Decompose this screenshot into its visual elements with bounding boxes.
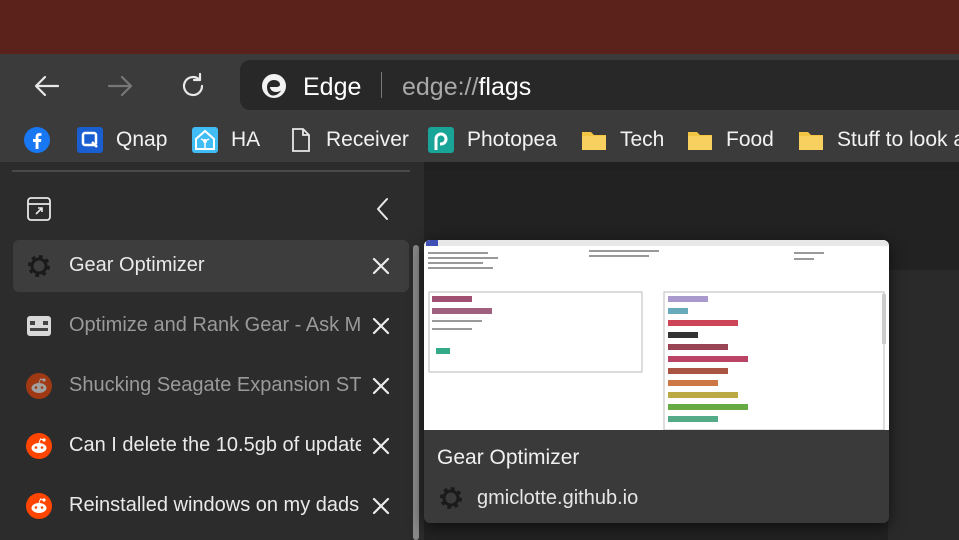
address-bar[interactable]: Edge edge://flags (240, 60, 959, 110)
back-button[interactable] (29, 68, 65, 104)
page-thumbnail (424, 240, 889, 430)
folder-icon (797, 126, 825, 154)
site-icon (25, 312, 53, 340)
url-host: flags (478, 73, 532, 101)
browser-toolbar: Edge edge://flags (0, 54, 959, 118)
tab-title: Gear Optimizer (69, 254, 205, 276)
bookmark-folder-food[interactable]: Food (686, 126, 774, 154)
tab-actions-icon[interactable] (26, 196, 52, 222)
hover-card-url: gmiclotte.github.io (477, 486, 639, 509)
refresh-button[interactable] (175, 68, 211, 104)
folder-icon (686, 126, 714, 154)
qnap-icon (76, 126, 104, 154)
hover-card-title: Gear Optimizer (437, 446, 580, 469)
home-assistant-icon (191, 126, 219, 154)
url-text[interactable]: edge://flags (402, 73, 531, 102)
bookmark-qnap[interactable]: Qnap (76, 126, 167, 154)
vertical-tab[interactable]: Can I delete the 10.5gb of update (13, 420, 409, 472)
back-arrow-icon (34, 75, 60, 97)
forward-arrow-icon (107, 75, 133, 97)
vertical-tab[interactable]: Reinstalled windows on my dads (13, 480, 409, 532)
bookmark-folder-stuff[interactable]: Stuff to look a (797, 126, 959, 154)
bookmark-receiver[interactable]: Receiver (286, 126, 409, 154)
bookmark-label: Tech (620, 128, 665, 151)
page-content-panel (888, 270, 959, 540)
photopea-icon (427, 126, 455, 154)
vertical-tab[interactable]: Gear Optimizer (13, 240, 409, 292)
tabs-scrollbar[interactable] (413, 245, 419, 540)
url-scheme: edge:// (402, 73, 479, 101)
close-tab-icon[interactable] (369, 434, 393, 458)
reddit-icon (25, 372, 53, 400)
bookmark-label: HA (231, 128, 261, 151)
collapse-pane-icon[interactable] (370, 194, 396, 224)
address-separator (381, 72, 382, 98)
edge-logo-icon (262, 74, 286, 98)
favorites-bar: Qnap HA Receiver Photopea Tech Food Stuf… (0, 118, 959, 162)
reddit-icon (25, 492, 53, 520)
bookmark-photopea[interactable]: Photopea (427, 126, 557, 154)
vertical-tab[interactable]: Optimize and Rank Gear - Ask M (13, 300, 409, 352)
browser-label: Edge (303, 73, 362, 101)
reddit-icon (25, 432, 53, 460)
bookmark-ha[interactable]: HA (191, 126, 260, 154)
bookmark-facebook[interactable] (23, 126, 63, 154)
window-titlebar[interactable] (0, 0, 959, 54)
bookmark-label: Food (726, 128, 774, 151)
close-tab-icon[interactable] (369, 374, 393, 398)
tab-hover-card: Gear Optimizer gmiclotte.github.io (424, 240, 889, 523)
folder-icon (580, 126, 608, 154)
bookmark-label: Receiver (326, 128, 409, 151)
pane-divider (12, 170, 410, 172)
close-tab-icon[interactable] (369, 314, 393, 338)
tab-title: Can I delete the 10.5gb of update (69, 434, 361, 456)
gear-icon (25, 252, 53, 280)
vertical-tab[interactable]: Shucking Seagate Expansion STE (13, 360, 409, 412)
close-tab-icon[interactable] (369, 494, 393, 518)
vertical-tabs-pane: Gear Optimizer Optimize and Rank Gear - … (0, 162, 424, 540)
close-tab-icon[interactable] (369, 254, 393, 278)
bookmark-label: Photopea (467, 128, 557, 151)
facebook-icon (23, 126, 51, 154)
bookmark-label: Stuff to look a (837, 128, 959, 151)
gear-icon (440, 487, 462, 509)
tab-title: Optimize and Rank Gear - Ask M (69, 314, 361, 336)
forward-button[interactable] (102, 68, 138, 104)
bookmark-folder-tech[interactable]: Tech (580, 126, 664, 154)
tab-title: Reinstalled windows on my dads (69, 494, 360, 516)
hover-card-url-row: gmiclotte.github.io (437, 484, 638, 512)
refresh-icon (182, 72, 204, 97)
bookmark-label: Qnap (116, 128, 168, 151)
document-icon (286, 126, 314, 154)
tab-title: Shucking Seagate Expansion STE (69, 374, 361, 396)
